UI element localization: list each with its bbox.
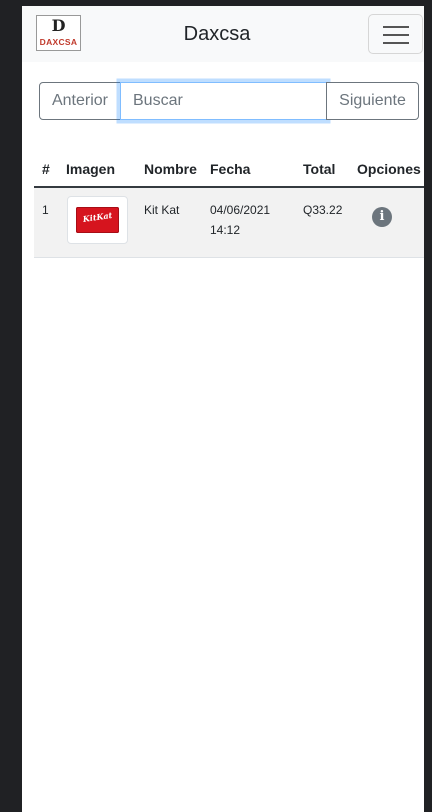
info-icon[interactable]: i [372,207,392,227]
brand-title: Daxcsa [183,23,251,45]
kitkat-product-image: KitKat [67,196,128,244]
daxcsa-logo[interactable]: D DAXCSA [36,15,81,51]
header-total: Total [303,161,336,177]
row-name: Kit Kat [144,203,180,217]
previous-button[interactable]: Anterior [39,82,121,120]
row-date-day: 04/06/2021 [210,203,271,217]
search-input[interactable] [120,82,327,120]
table-header: # Imagen Nombre Fecha Total Opciones [34,154,424,188]
header-image: Imagen [66,161,116,177]
header-name: Nombre [144,161,197,177]
header-options: Opciones [357,161,421,177]
kitkat-logo-text: KitKat [82,209,113,225]
next-button[interactable]: Siguiente [326,82,419,120]
app-viewport: D DAXCSA Daxcsa Anterior Siguiente # Ima… [22,6,424,812]
row-date: 04/06/2021 14:12 [210,200,270,240]
row-number: 1 [42,203,49,217]
header-date: Fecha [210,161,251,177]
header-number: # [42,161,50,177]
hamburger-menu-button[interactable] [368,14,423,54]
logo-letter: D [51,16,66,35]
kitkat-wrapper-graphic: KitKat [76,207,119,233]
navbar: D DAXCSA Daxcsa [22,6,424,62]
search-group: Anterior Siguiente [39,82,419,120]
row-total: Q33.22 [303,203,343,217]
row-date-time: 14:12 [210,223,241,237]
table-row: 1 KitKat Kit Kat 04/06/2021 14:12 Q33.22… [34,188,424,258]
logo-word: DAXCSA [39,37,78,47]
orders-table: # Imagen Nombre Fecha Total Opciones 1 K… [34,154,424,258]
